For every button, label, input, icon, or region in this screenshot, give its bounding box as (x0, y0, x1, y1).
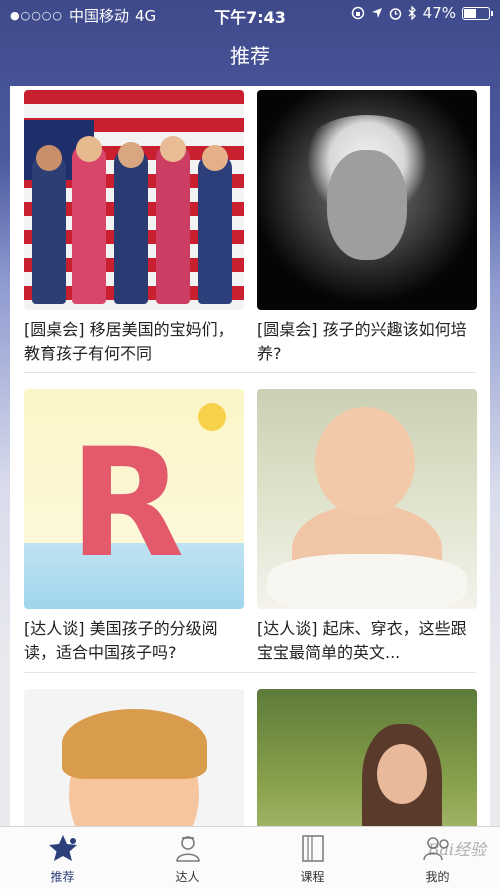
person-icon (168, 832, 208, 864)
alarm-icon (389, 7, 401, 20)
tab-label: 达人 (175, 870, 200, 884)
card-image-cartoon-letter[interactable]: R (24, 389, 244, 609)
tab-experts[interactable]: 达人 (125, 827, 250, 889)
card-image-girl[interactable] (24, 689, 244, 826)
watermark: Bai经验 (427, 840, 486, 859)
tab-recommend[interactable]: 推荐 (0, 827, 125, 889)
star-icon (43, 832, 83, 864)
card-image-einstein[interactable] (257, 90, 477, 310)
article-card[interactable]: [达人谈] 起床、穿衣，这些跟宝宝最简单的英文... (257, 389, 479, 665)
card-image-baby[interactable] (257, 389, 477, 609)
article-card[interactable] (257, 689, 479, 826)
article-card[interactable]: [圆桌会] 孩子的兴趣该如何培养? (257, 90, 479, 366)
status-bar: ●○○○○ 中国移动 4G 下午7:43 47% (0, 0, 500, 28)
article-card[interactable]: R [达人谈] 美国孩子的分级阅读，适合中国孩子吗? (24, 389, 246, 665)
card-caption[interactable]: [圆桌会] 孩子的兴趣该如何培养? (257, 318, 472, 366)
bluetooth-icon (408, 6, 416, 20)
battery-icon (462, 6, 493, 20)
lock-rotation-icon (351, 6, 364, 20)
row-divider (24, 372, 476, 373)
tab-label: 推荐 (50, 870, 75, 884)
tab-label: 我的 (425, 870, 450, 884)
battery-percent: 47% (422, 4, 456, 22)
tab-courses[interactable]: 课程 (250, 827, 375, 889)
recommendation-feed[interactable]: [圆桌会] 移居美国的宝妈们，教育孩子有何不同 [圆桌会] 孩子的兴趣该如何培养… (10, 86, 490, 826)
article-card[interactable]: [圆桌会] 移居美国的宝妈们，教育孩子有何不同 (24, 90, 246, 366)
card-caption[interactable]: [达人谈] 美国孩子的分级阅读，适合中国孩子吗? (24, 617, 239, 665)
tab-label: 课程 (300, 870, 325, 884)
location-icon (371, 8, 382, 18)
card-caption[interactable]: [圆桌会] 移居美国的宝妈们，教育孩子有何不同 (24, 318, 239, 366)
book-icon (293, 832, 333, 864)
card-image-mother-child[interactable] (257, 689, 477, 826)
page-title: 推荐 (230, 44, 270, 68)
card-image-children-flag[interactable] (24, 90, 244, 310)
tab-bar: 推荐 达人 课程 我的 (0, 826, 500, 889)
card-caption[interactable]: [达人谈] 起床、穿衣，这些跟宝宝最简单的英文... (257, 617, 472, 665)
article-card[interactable] (24, 689, 246, 826)
row-divider (24, 672, 476, 673)
